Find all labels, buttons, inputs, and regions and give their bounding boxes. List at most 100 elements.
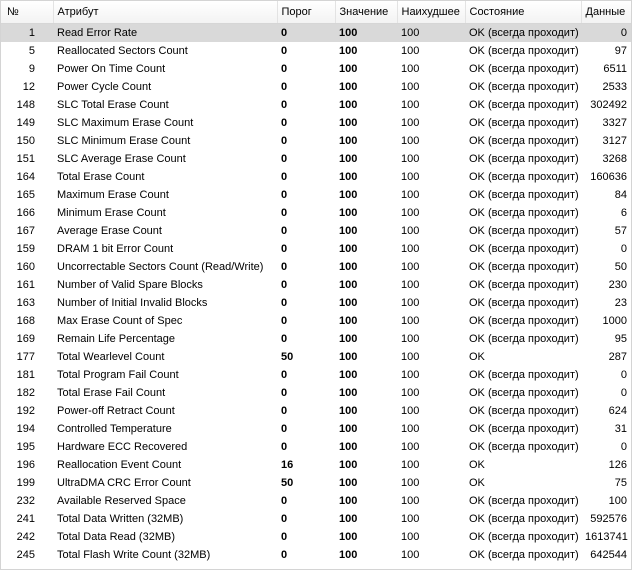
raw-data-cell: 0 [581,23,631,42]
attribute-id-cell: 169 [16,333,35,345]
attribute-id-cell: 9 [28,63,35,75]
worst-cell: 100 [401,279,420,291]
table-row[interactable]: 159 DRAM 1 bit Error Count 0 100 100 OK (всег… [1,240,631,258]
status-cell: OK (всегда проходит) [469,189,579,201]
worst-cell: 100 [401,369,420,381]
status-cell: OK (всегда проходит) [469,261,579,273]
attribute-id-cell: 242 [16,531,35,543]
status-cell: OK (всегда проходит) [469,243,579,255]
table-row[interactable]: 165 Maximum Erase Count 0 100 100 OK (всегда … [1,186,631,204]
worst-cell: 100 [401,423,420,435]
table-row[interactable]: 160 Uncorrectable Sectors Count (Read/Wri… [1,258,631,276]
attribute-name-cell: Reallocated Sectors Count [57,45,188,57]
raw-data-cell: 100 [608,495,627,507]
threshold-cell: 0 [281,441,288,453]
table-row[interactable]: 242 Total Data Read (32MB) 0 100 100 OK (всег… [1,528,631,546]
value-cell: 100 [339,45,358,57]
table-row[interactable]: 192 Power-off Retract Count 0 100 100 OK (все… [1,402,631,420]
attribute-name-cell: Total Data Read (32MB) [57,531,175,543]
attribute-name-cell: Total Data Written (32MB) [57,513,184,525]
column-header-threshold[interactable]: Порог [277,1,336,24]
smart-table: № Атрибут Порог Значение Наихудшее Состо… [1,1,631,564]
column-header-value[interactable]: Значение [335,1,398,24]
threshold-cell: 0 [281,225,288,237]
table-row[interactable]: 166 Minimum Erase Count 0 100 100 OK (всегда … [1,204,631,222]
value-cell: 100 [339,405,358,417]
status-cell: OK (всегда проходит) [469,225,579,237]
table-row[interactable]: 196 Reallocation Event Count 16 100 100 OK 126 [1,456,631,474]
value-cell: 100 [339,333,358,345]
table-row[interactable]: 163 Number of Initial Invalid Blocks 0 100 1… [1,294,631,312]
table-row[interactable]: 9 Power On Time Count 0 100 100 OK (всегда пр… [1,60,631,78]
worst-cell: 100 [401,459,420,471]
threshold-cell: 0 [281,63,288,75]
attribute-name-cell: SLC Total Erase Count [57,99,169,111]
raw-data-cell: 31 [614,423,627,435]
table-row[interactable]: 164 Total Erase Count 0 100 100 OK (всегда пр… [1,168,631,186]
attribute-name-cell: Total Erase Fail Count [57,387,166,399]
attribute-name-cell: Hardware ECC Recovered [57,441,188,453]
table-row[interactable]: 194 Controlled Temperature 0 100 100 OK (всег… [1,420,631,438]
attribute-name-cell: Total Wearlevel Count [57,351,165,363]
table-row[interactable]: 149 SLC Maximum Erase Count 0 100 100 OK (все… [1,114,631,132]
table-row[interactable]: 148 SLC Total Erase Count 0 100 100 OK (всегд… [1,96,631,114]
status-cell: OK [469,351,485,363]
attribute-name-cell: UltraDMA CRC Error Count [57,477,191,489]
attribute-id-cell: 245 [16,549,35,561]
attribute-name-cell: Uncorrectable Sectors Count (Read/Write) [57,261,264,273]
attribute-name-cell: Available Reserved Space [57,495,186,507]
column-header-data[interactable]: Данные [581,1,631,24]
table-row[interactable]: 232 Available Reserved Space 0 100 100 OK (вс… [1,492,631,510]
table-row[interactable]: 167 Average Erase Count 0 100 100 OK (всегда … [1,222,631,240]
threshold-cell: 0 [281,279,288,291]
worst-cell: 100 [401,441,420,453]
raw-data-cell: 95 [614,333,627,345]
attribute-id-cell: 151 [16,153,35,165]
table-row[interactable]: 161 Number of Valid Spare Blocks 0 100 100 OK… [1,276,631,294]
column-header-worst[interactable]: Наихудшее [397,1,466,24]
value-cell: 100 [339,117,358,129]
attribute-id-cell: 150 [16,135,35,147]
threshold-cell: 0 [281,207,288,219]
table-row[interactable]: 195 Hardware ECC Recovered 0 100 100 OK (всег… [1,438,631,456]
table-row[interactable]: 241 Total Data Written (32MB) 0 100 100 OK (в… [1,510,631,528]
status-cell: OK (всегда проходит) [469,207,579,219]
attribute-name-cell: Total Erase Count [57,171,145,183]
threshold-cell: 0 [281,387,288,399]
attribute-name-cell: Number of Initial Invalid Blocks [57,297,208,309]
value-cell: 100 [339,171,358,183]
table-row[interactable]: 177 Total Wearlevel Count 50 100 100 OK 287 [1,348,631,366]
table-row[interactable]: 5 Reallocated Sectors Count 0 100 100 OK (все… [1,42,631,60]
table-row[interactable]: 150 SLC Minimum Erase Count 0 100 100 OK (все… [1,132,631,150]
table-row[interactable]: 182 Total Erase Fail Count 0 100 100 OK (всег… [1,384,631,402]
threshold-cell: 0 [281,549,288,561]
table-row[interactable]: 181 Total Program Fail Count 0 100 100 OK (вс… [1,366,631,384]
threshold-cell: 0 [281,423,288,435]
table-row[interactable]: 168 Max Erase Count of Spec 0 100 100 OK (все… [1,312,631,330]
table-row[interactable]: 151 SLC Average Erase Count 0 100 100 OK (все… [1,150,631,168]
table-row[interactable]: 12 Power Cycle Count 0 100 100 OK (всегда про… [1,78,631,96]
value-cell: 100 [339,477,358,489]
raw-data-cell: 126 [608,459,627,471]
worst-cell: 100 [401,513,420,525]
table-row[interactable]: 245 Total Flash Write Count (32MB) 0 100 100… [1,546,631,564]
status-cell: OK (всегда проходит) [469,45,579,57]
status-cell: OK [469,477,485,489]
attribute-id-cell: 167 [16,225,35,237]
worst-cell: 100 [401,207,420,219]
table-row[interactable]: 199 UltraDMA CRC Error Count 50 100 100 OK 75 [1,474,631,492]
attribute-id-cell: 241 [16,513,35,525]
attribute-id-cell: 192 [16,405,35,417]
raw-data-cell: 302492 [590,99,627,111]
raw-data-cell: 3268 [602,153,627,165]
column-header-status[interactable]: Состояние [465,1,582,24]
threshold-cell: 16 [281,459,294,471]
table-row[interactable]: 1 Read Error Rate 0 100 100 OK (всегда проход… [1,23,631,42]
raw-data-cell: 0 [620,387,627,399]
column-header-number[interactable]: № [1,1,54,24]
table-row[interactable]: 169 Remain Life Percentage 0 100 100 OK (всег… [1,330,631,348]
column-header-attribute[interactable]: Атрибут [53,1,278,24]
raw-data-cell: 75 [614,477,627,489]
attribute-id-cell: 177 [16,351,35,363]
status-cell: OK (всегда проходит) [465,23,581,42]
